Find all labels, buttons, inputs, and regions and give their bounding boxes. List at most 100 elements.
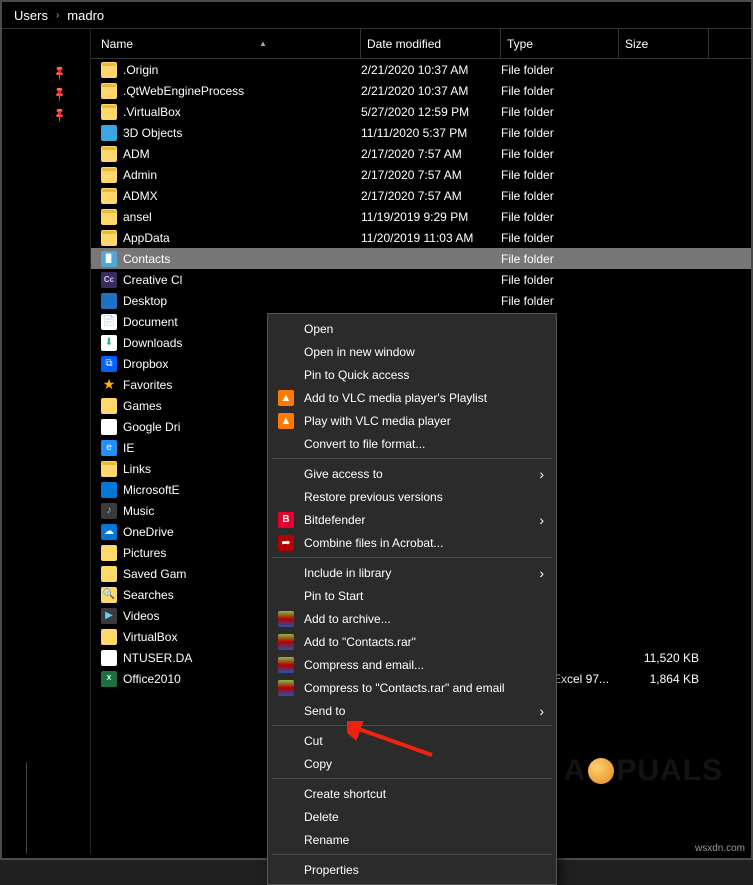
star-icon: ★ bbox=[101, 377, 117, 393]
ctx-bitdefender[interactable]: B Bitdefender bbox=[270, 508, 554, 531]
ctx-restore-versions[interactable]: Restore previous versions bbox=[270, 485, 554, 508]
file-name: Videos bbox=[123, 609, 159, 623]
doc-icon: 📄 bbox=[101, 314, 117, 330]
col-header-size[interactable]: Size bbox=[619, 29, 709, 58]
table-row[interactable]: AppData11/20/2019 11:03 AMFile folder bbox=[91, 227, 751, 248]
xls-icon: X bbox=[101, 671, 117, 687]
file-name: Saved Gam bbox=[123, 567, 186, 581]
file-size: 11,520 KB bbox=[619, 651, 709, 665]
onedrive-icon: ☁ bbox=[101, 524, 117, 540]
ctx-add-contacts-rar[interactable]: Add to "Contacts.rar" bbox=[270, 630, 554, 653]
file-name: Links bbox=[123, 462, 151, 476]
table-row[interactable]: CcCreative ClFile folder bbox=[91, 269, 751, 290]
col-header-date[interactable]: Date modified bbox=[361, 29, 501, 58]
ctx-give-access[interactable]: Give access to bbox=[270, 462, 554, 485]
col-header-name[interactable]: Name ▲ bbox=[101, 29, 361, 58]
ctx-convert-format[interactable]: Convert to file format... bbox=[270, 432, 554, 455]
watermark-orb-icon bbox=[588, 758, 614, 784]
file-date: 11/11/2020 5:37 PM bbox=[361, 126, 501, 140]
file-type: File folder bbox=[501, 231, 619, 245]
table-row[interactable]: DesktopFile folder bbox=[91, 290, 751, 311]
winrar-icon bbox=[278, 680, 294, 696]
table-row[interactable]: .Origin 2/21/2020 10:37 AMFile folder bbox=[91, 59, 751, 80]
separator bbox=[272, 854, 552, 855]
file-type: File folder bbox=[501, 168, 619, 182]
ctx-pin-quick-access[interactable]: Pin to Quick access bbox=[270, 363, 554, 386]
breadcrumb-seg-users[interactable]: Users bbox=[14, 8, 48, 23]
ctx-vlc-add-playlist[interactable]: ▲ Add to VLC media player's Playlist bbox=[270, 386, 554, 409]
file-date: 2/21/2020 10:37 AM bbox=[361, 84, 501, 98]
table-row[interactable]: Admin 2/17/2020 7:57 AMFile folder bbox=[91, 164, 751, 185]
ctx-open[interactable]: Open bbox=[270, 317, 554, 340]
ctx-compress-rar-email[interactable]: Compress to "Contacts.rar" and email bbox=[270, 676, 554, 699]
file-name: Desktop bbox=[123, 294, 167, 308]
ctx-include-library[interactable]: Include in library bbox=[270, 561, 554, 584]
file-name: ansel bbox=[123, 210, 152, 224]
file-name: ADM bbox=[123, 147, 150, 161]
ctx-vlc-play[interactable]: ▲ Play with VLC media player bbox=[270, 409, 554, 432]
ctx-pin-start[interactable]: Pin to Start bbox=[270, 584, 554, 607]
table-row[interactable]: 3D Objects11/11/2020 5:37 PMFile folder bbox=[91, 122, 751, 143]
breadcrumb[interactable]: Users › madro bbox=[2, 2, 751, 28]
col-header-type[interactable]: Type bbox=[501, 29, 619, 58]
ctx-compress-email[interactable]: Compress and email... bbox=[270, 653, 554, 676]
pin-icon: 📌 bbox=[51, 107, 68, 124]
file-name: Games bbox=[123, 399, 162, 413]
table-row[interactable]: ▉ContactsFile folder bbox=[91, 248, 751, 269]
table-row[interactable]: ansel11/19/2019 9:29 PMFile folder bbox=[91, 206, 751, 227]
file-list-panel: Name ▲ Date modified Type Size .Origin 2/… bbox=[90, 29, 751, 854]
sort-indicator-icon: ▲ bbox=[259, 39, 267, 48]
column-headers: Name ▲ Date modified Type Size bbox=[91, 29, 751, 59]
blue3d-icon bbox=[101, 125, 117, 141]
ctx-properties[interactable]: Properties bbox=[270, 858, 554, 881]
file-date: 11/20/2019 11:03 AM bbox=[361, 231, 501, 245]
table-row[interactable]: ADMX2/17/2020 7:57 AMFile folder bbox=[91, 185, 751, 206]
vbox-icon bbox=[101, 629, 117, 645]
file-name: Admin bbox=[123, 168, 157, 182]
file-name: Searches bbox=[123, 588, 174, 602]
ctx-add-archive[interactable]: Add to archive... bbox=[270, 607, 554, 630]
vlc-icon: ▲ bbox=[278, 413, 294, 429]
ctx-cut[interactable]: Cut bbox=[270, 729, 554, 752]
down-icon: ⬇ bbox=[101, 335, 117, 351]
ctx-combine-acrobat[interactable]: ➦ Combine files in Acrobat... bbox=[270, 531, 554, 554]
file-date: 2/21/2020 10:37 AM bbox=[361, 63, 501, 77]
file-name: OneDrive bbox=[123, 525, 174, 539]
edge-icon bbox=[101, 482, 117, 498]
games-icon bbox=[101, 398, 117, 414]
breadcrumb-seg-madro[interactable]: madro bbox=[67, 8, 104, 23]
file-date: 2/17/2020 7:57 AM bbox=[361, 189, 501, 203]
table-row[interactable]: .VirtualBox5/27/2020 12:59 PMFile folder bbox=[91, 101, 751, 122]
folder-icon bbox=[101, 62, 117, 78]
winrar-icon bbox=[278, 634, 294, 650]
file-type: File folder bbox=[501, 210, 619, 224]
table-row[interactable]: ADM2/17/2020 7:57 AMFile folder bbox=[91, 143, 751, 164]
file-type: File folder bbox=[501, 63, 619, 77]
file-name: Music bbox=[123, 504, 154, 518]
ctx-rename[interactable]: Rename bbox=[270, 828, 554, 851]
file-name: Dropbox bbox=[123, 357, 168, 371]
file-name: Creative Cl bbox=[123, 273, 182, 287]
ctx-copy[interactable]: Copy bbox=[270, 752, 554, 775]
folder-icon bbox=[101, 188, 117, 204]
file-type: File folder bbox=[501, 126, 619, 140]
file-date: 2/17/2020 7:57 AM bbox=[361, 168, 501, 182]
folder-icon bbox=[101, 230, 117, 246]
ctx-open-new-window[interactable]: Open in new window bbox=[270, 340, 554, 363]
pin-icon: 📌 bbox=[51, 65, 68, 82]
table-row[interactable]: .QtWebEngineProcess2/21/2020 10:37 AMFil… bbox=[91, 80, 751, 101]
search-icon: 🔍 bbox=[101, 587, 117, 603]
file-name: Contacts bbox=[123, 252, 170, 266]
file-type: File folder bbox=[501, 252, 619, 266]
file-name: ADMX bbox=[123, 189, 158, 203]
acrobat-icon: ➦ bbox=[278, 535, 294, 551]
file-name: .Origin bbox=[123, 63, 158, 77]
nav-tree[interactable]: 📌 📌 📌 bbox=[2, 29, 90, 854]
music-icon: ♪ bbox=[101, 503, 117, 519]
ctx-create-shortcut[interactable]: Create shortcut bbox=[270, 782, 554, 805]
ie-icon: e bbox=[101, 440, 117, 456]
ctx-send-to[interactable]: Send to bbox=[270, 699, 554, 722]
folder-icon bbox=[101, 146, 117, 162]
file-type: File folder bbox=[501, 273, 619, 287]
ctx-delete[interactable]: Delete bbox=[270, 805, 554, 828]
